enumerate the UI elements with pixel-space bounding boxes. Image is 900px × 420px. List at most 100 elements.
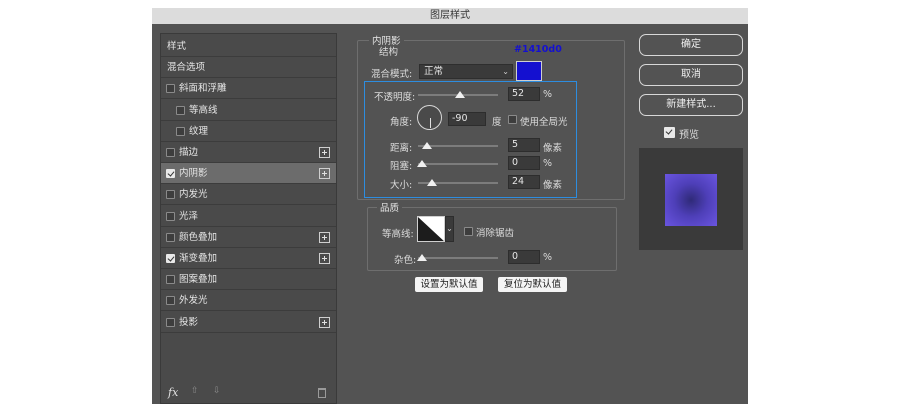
style-checkbox[interactable] — [166, 232, 175, 242]
blend-mode-select[interactable]: 正常 ⌄ — [419, 64, 513, 79]
style-checkbox[interactable] — [166, 317, 175, 327]
distance-input[interactable]: 5 — [508, 138, 540, 152]
blend-mode-value: 正常 — [424, 66, 444, 77]
structure-title: 结构 — [379, 47, 399, 58]
angle-dial[interactable] — [417, 105, 442, 130]
choke-slider-thumb[interactable] — [417, 160, 427, 167]
choke-input[interactable]: 0 — [508, 156, 540, 170]
preview-thumbnail — [639, 148, 743, 250]
style-checkbox[interactable] — [166, 211, 175, 221]
shadow-color-hex: #1410d0 — [514, 44, 562, 55]
style-checkbox[interactable] — [166, 148, 175, 157]
reset-default-button[interactable]: 复位为默认值 — [498, 277, 567, 292]
style-item-label: 内发光 — [179, 189, 208, 201]
style-item[interactable]: 颜色叠加 — [161, 227, 336, 248]
noise-label: 杂色: — [394, 255, 417, 266]
trash-icon[interactable] — [318, 388, 326, 398]
style-item-label: 图案叠加 — [179, 274, 218, 286]
opacity-slider-thumb[interactable] — [454, 91, 465, 98]
make-default-button[interactable]: 设置为默认值 — [415, 277, 483, 292]
style-item-label: 描边 — [179, 147, 199, 158]
fx-menu-button[interactable]: fx — [168, 386, 178, 399]
noise-unit: % — [543, 252, 553, 263]
contour-label: 等高线: — [382, 229, 414, 240]
style-item-label: 内阴影 — [179, 168, 208, 180]
choke-slider-track[interactable] — [418, 163, 498, 165]
blend-mode-label: 混合模式: — [371, 69, 413, 80]
size-input[interactable]: 24 — [508, 175, 540, 189]
ok-button[interactable]: 确定 — [639, 34, 743, 56]
opacity-input[interactable]: 52 — [508, 87, 540, 101]
noise-slider-track[interactable] — [418, 257, 498, 259]
style-item-label: 样式 — [167, 41, 187, 52]
size-unit: 像素 — [543, 180, 563, 191]
style-item[interactable]: 混合选项 — [161, 57, 336, 79]
chevron-down-icon: ⌄ — [446, 224, 453, 233]
style-checkbox[interactable] — [166, 190, 175, 200]
move-up-icon[interactable]: ⇧ — [191, 386, 199, 396]
global-light-checkbox[interactable] — [508, 115, 517, 124]
style-item-label: 斜面和浮雕 — [179, 83, 227, 95]
preview-square — [665, 174, 717, 226]
layer-style-dialog: 图层样式 样式混合选项斜面和浮雕等高线纹理描边内阴影内发光光泽颜色叠加渐变叠加图… — [152, 8, 748, 404]
style-item[interactable]: 渐变叠加 — [161, 248, 336, 269]
style-item-label: 等高线 — [189, 104, 218, 116]
distance-unit: 像素 — [543, 143, 563, 154]
style-checkbox[interactable] — [166, 169, 175, 179]
quality-title: 品质 — [377, 200, 403, 214]
chevron-down-icon: ⌄ — [502, 67, 509, 76]
style-item[interactable]: 内阴影 — [161, 163, 336, 185]
style-item[interactable]: 投影 — [161, 312, 336, 333]
add-style-icon[interactable] — [319, 147, 330, 158]
style-item[interactable]: 内发光 — [161, 184, 336, 206]
distance-slider-thumb[interactable] — [422, 142, 432, 149]
add-style-icon[interactable] — [319, 168, 330, 180]
style-item[interactable]: 斜面和浮雕 — [161, 78, 336, 100]
style-item-label: 颜色叠加 — [179, 231, 218, 243]
style-checkbox[interactable] — [166, 84, 175, 94]
size-slider-thumb[interactable] — [427, 179, 437, 186]
contour-picker[interactable] — [417, 216, 445, 242]
style-checkbox[interactable] — [166, 296, 175, 306]
preview-label: 预览 — [679, 130, 699, 141]
distance-label: 距离: — [390, 143, 413, 154]
new-style-button[interactable]: 新建样式... — [639, 94, 743, 116]
choke-label: 阻塞: — [390, 161, 413, 172]
add-style-icon[interactable] — [319, 231, 330, 243]
antialias-checkbox[interactable] — [464, 227, 473, 236]
add-style-icon[interactable] — [319, 253, 330, 264]
style-item-label: 渐变叠加 — [179, 253, 218, 264]
style-checkbox[interactable] — [176, 126, 185, 136]
style-item[interactable]: 描边 — [161, 142, 336, 163]
move-down-icon[interactable]: ⇩ — [213, 386, 221, 396]
opacity-unit: % — [543, 89, 553, 100]
style-item[interactable]: 样式 — [161, 36, 336, 57]
style-item[interactable]: 外发光 — [161, 290, 336, 312]
choke-unit: % — [543, 158, 553, 169]
angle-label: 角度: — [390, 117, 413, 128]
angle-input[interactable]: -90 — [448, 112, 486, 126]
style-item[interactable]: 光泽 — [161, 206, 336, 227]
style-item[interactable]: 图案叠加 — [161, 269, 336, 291]
add-style-icon[interactable] — [319, 316, 330, 328]
styles-list-panel: 样式混合选项斜面和浮雕等高线纹理描边内阴影内发光光泽颜色叠加渐变叠加图案叠加外发… — [160, 33, 337, 404]
antialias-label: 消除锯齿 — [476, 228, 515, 239]
style-checkbox[interactable] — [166, 254, 175, 263]
styles-panel-footer: fx ⇧ ⇩ — [161, 383, 336, 403]
style-item[interactable]: 纹理 — [161, 121, 336, 142]
global-light-label: 使用全局光 — [520, 117, 568, 128]
cancel-button[interactable]: 取消 — [639, 64, 743, 86]
preview-checkbox[interactable] — [664, 127, 675, 138]
dialog-title: 图层样式 — [152, 8, 748, 24]
noise-input[interactable]: 0 — [508, 250, 540, 264]
style-item-label: 混合选项 — [167, 62, 206, 74]
noise-slider-thumb[interactable] — [417, 254, 427, 261]
size-label: 大小: — [390, 180, 413, 191]
opacity-label: 不透明度: — [374, 92, 416, 103]
style-checkbox[interactable] — [166, 275, 175, 285]
shadow-color-swatch[interactable] — [516, 61, 542, 81]
style-item[interactable]: 等高线 — [161, 100, 336, 121]
style-checkbox[interactable] — [176, 105, 185, 115]
style-item-label: 光泽 — [179, 210, 199, 222]
contour-dropdown[interactable]: ⌄ — [445, 216, 454, 242]
